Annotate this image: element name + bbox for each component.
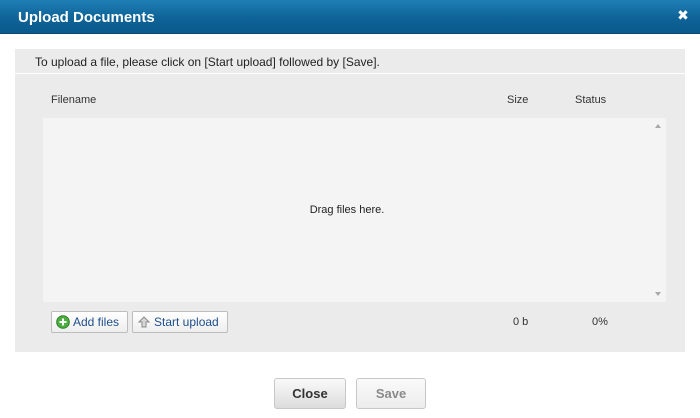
upload-instructions: To upload a file, please click on [Start…: [15, 49, 685, 74]
file-list-scrollbar[interactable]: [651, 118, 666, 302]
scroll-down-arrow-icon[interactable]: [655, 292, 661, 296]
column-header-size: Size: [507, 94, 529, 106]
total-status-value: 0%: [592, 316, 608, 328]
upload-toolbar: Add files Start upload 0 b 0%: [15, 311, 685, 333]
start-upload-button[interactable]: Start upload: [132, 311, 228, 333]
dialog-titlebar: Upload Documents ✖: [0, 0, 700, 34]
upload-panel: To upload a file, please click on [Start…: [15, 49, 685, 352]
dialog-title: Upload Documents: [18, 9, 155, 26]
add-files-button[interactable]: Add files: [51, 311, 128, 333]
file-table-header: Filename Size Status: [15, 94, 685, 110]
add-files-label: Add files: [73, 315, 120, 329]
scroll-up-arrow-icon[interactable]: [655, 124, 661, 128]
close-x-icon[interactable]: ✖: [676, 9, 690, 23]
total-size-value: 0 b: [513, 316, 529, 328]
save-button[interactable]: Save: [356, 378, 426, 409]
start-upload-label: Start upload: [154, 315, 219, 329]
drop-hint-text: Drag files here.: [309, 204, 385, 216]
file-drop-zone[interactable]: Drag files here.: [43, 118, 666, 302]
column-header-filename: Filename: [51, 94, 97, 106]
upload-arrow-icon: [137, 316, 151, 328]
column-header-status: Status: [575, 94, 607, 106]
close-button[interactable]: Close: [274, 378, 346, 409]
plus-circle-icon: [56, 315, 70, 329]
upload-documents-dialog: Upload Documents ✖ To upload a file, ple…: [0, 0, 700, 418]
